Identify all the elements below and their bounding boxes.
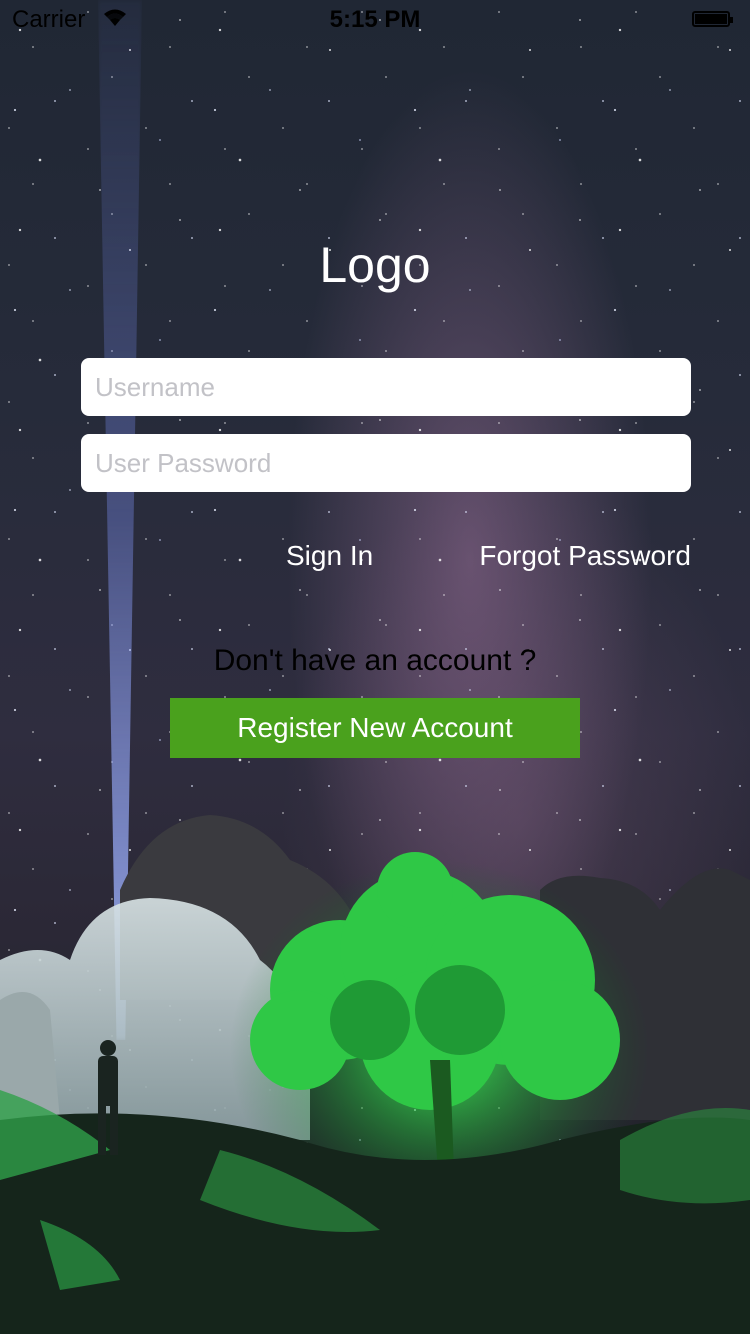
password-input[interactable]: [81, 434, 691, 492]
register-prompt: Don't have an account ?: [213, 644, 537, 677]
login-screen: Carrier 5:15 PM Logo Sign In Forgot Pass…: [0, 0, 750, 1334]
forgot-password-link[interactable]: Forgot Password: [479, 540, 691, 572]
sign-in-button[interactable]: Sign In: [286, 540, 373, 572]
status-time: 5:15 PM: [329, 6, 421, 33]
status-bar: Carrier 5:15 PM: [0, 0, 750, 40]
username-input[interactable]: [81, 358, 691, 416]
register-button[interactable]: Register New Account: [170, 698, 580, 758]
app-logo: Logo: [319, 237, 431, 293]
battery-icon: [692, 11, 733, 27]
